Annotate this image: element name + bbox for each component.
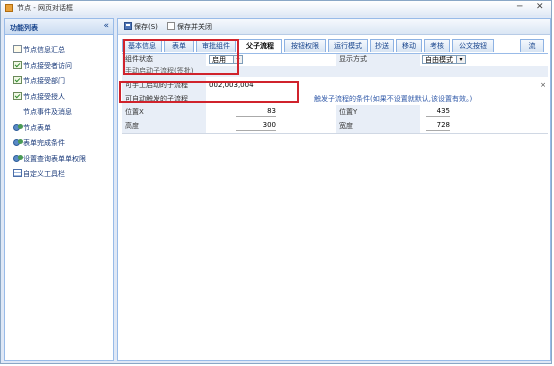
menu-item-label: 节点接受部门 [23, 77, 65, 85]
tab-document-button[interactable]: 公文按钮 [452, 39, 494, 52]
dialog-window: 节点 - 网页对话框 ─ ✕ 功能列表 « 节点信息汇总 节点接受者访问 节点接… [0, 0, 552, 364]
save-button-label: 保存(S) [134, 23, 158, 31]
pos-y-input[interactable]: 435 [426, 106, 450, 117]
menu-item-label: 节点接受授人 [23, 92, 65, 101]
minimize-icon[interactable]: ─ [517, 2, 522, 13]
height-cell: 300 [206, 119, 336, 133]
menu-item-label: 节点接受者访问 [23, 61, 72, 70]
height-label: 高度 [122, 119, 206, 133]
pos-x-cell: 83 [206, 105, 336, 119]
menu-item-label: 节点表单 [23, 123, 51, 132]
menu-item-label: 设置查询表单单权限 [23, 154, 86, 163]
clear-icon[interactable]: × [540, 77, 546, 94]
window-title: 节点 - 网页对话框 [17, 4, 73, 12]
width-label: 宽度 [336, 119, 420, 133]
highlight-manual-subflow [119, 81, 299, 103]
form-row: 位置X 83 位置Y 435 [122, 105, 548, 120]
display-mode-label: 显示方式 [336, 54, 420, 66]
users-icon [13, 154, 23, 162]
pos-x-input[interactable]: 83 [236, 106, 276, 117]
tab-overflow[interactable]: 流 [520, 39, 544, 52]
tab-parent-child-flow[interactable]: 父子流程 [238, 39, 282, 53]
table-icon [13, 169, 22, 177]
check-icon [13, 60, 22, 69]
width-input[interactable]: 728 [426, 120, 450, 131]
check-icon [13, 91, 22, 100]
function-list-header: 功能列表 « [5, 19, 113, 35]
tab-cc[interactable]: 抄送 [370, 39, 394, 52]
function-list-panel: 功能列表 « 节点信息汇总 节点接受者访问 节点接受部门 节点接受授人 节点事件… [4, 18, 114, 361]
menu-item-label: 表单完成条件 [23, 139, 65, 147]
users-icon [13, 123, 23, 131]
users-icon [13, 139, 23, 146]
menu-item-label: 节点事件及消息 [23, 108, 72, 116]
document-icon [13, 45, 22, 53]
display-mode-cell: 自由模式 ▾ [420, 54, 548, 66]
height-input[interactable]: 300 [236, 120, 276, 131]
pos-x-label: 位置X [122, 105, 206, 119]
tab-button-permission[interactable]: 按钮权限 [284, 39, 326, 52]
pos-y-cell: 435 [420, 105, 548, 119]
tab-run-mode[interactable]: 运行模式 [328, 39, 368, 52]
highlight-component-state [123, 39, 239, 75]
display-mode-value: 自由模式 [425, 56, 453, 64]
close-icon[interactable]: ✕ [536, 2, 544, 13]
toolbar: 保存(S) 保存并关闭 [118, 19, 550, 35]
collapse-icon[interactable]: « [103, 21, 109, 31]
pos-y-label: 位置Y [336, 105, 420, 119]
menu-item-label: 节点信息汇总 [23, 46, 65, 54]
save-close-button-label: 保存并关闭 [177, 23, 212, 31]
display-mode-select[interactable]: 自由模式 ▾ [422, 55, 466, 64]
check-icon [13, 76, 22, 84]
save-close-icon [167, 22, 175, 30]
save-icon [124, 22, 132, 30]
menu-item-label: 自定义工具栏 [23, 170, 65, 178]
width-cell: 728 [420, 119, 548, 133]
title-bar: 节点 - 网页对话框 ─ ✕ [1, 1, 551, 15]
function-list-title: 功能列表 [10, 24, 38, 32]
chevron-down-icon: ▾ [456, 56, 465, 63]
tab-mobile[interactable]: 移动 [396, 39, 422, 52]
form-row: 高度 300 宽度 728 [122, 119, 548, 134]
app-icon [5, 4, 13, 12]
auto-subflow-note[interactable]: 触发子流程的条件(如果不设置就默认,该设置有效。) [314, 94, 472, 105]
tab-assessment[interactable]: 考核 [424, 39, 450, 52]
